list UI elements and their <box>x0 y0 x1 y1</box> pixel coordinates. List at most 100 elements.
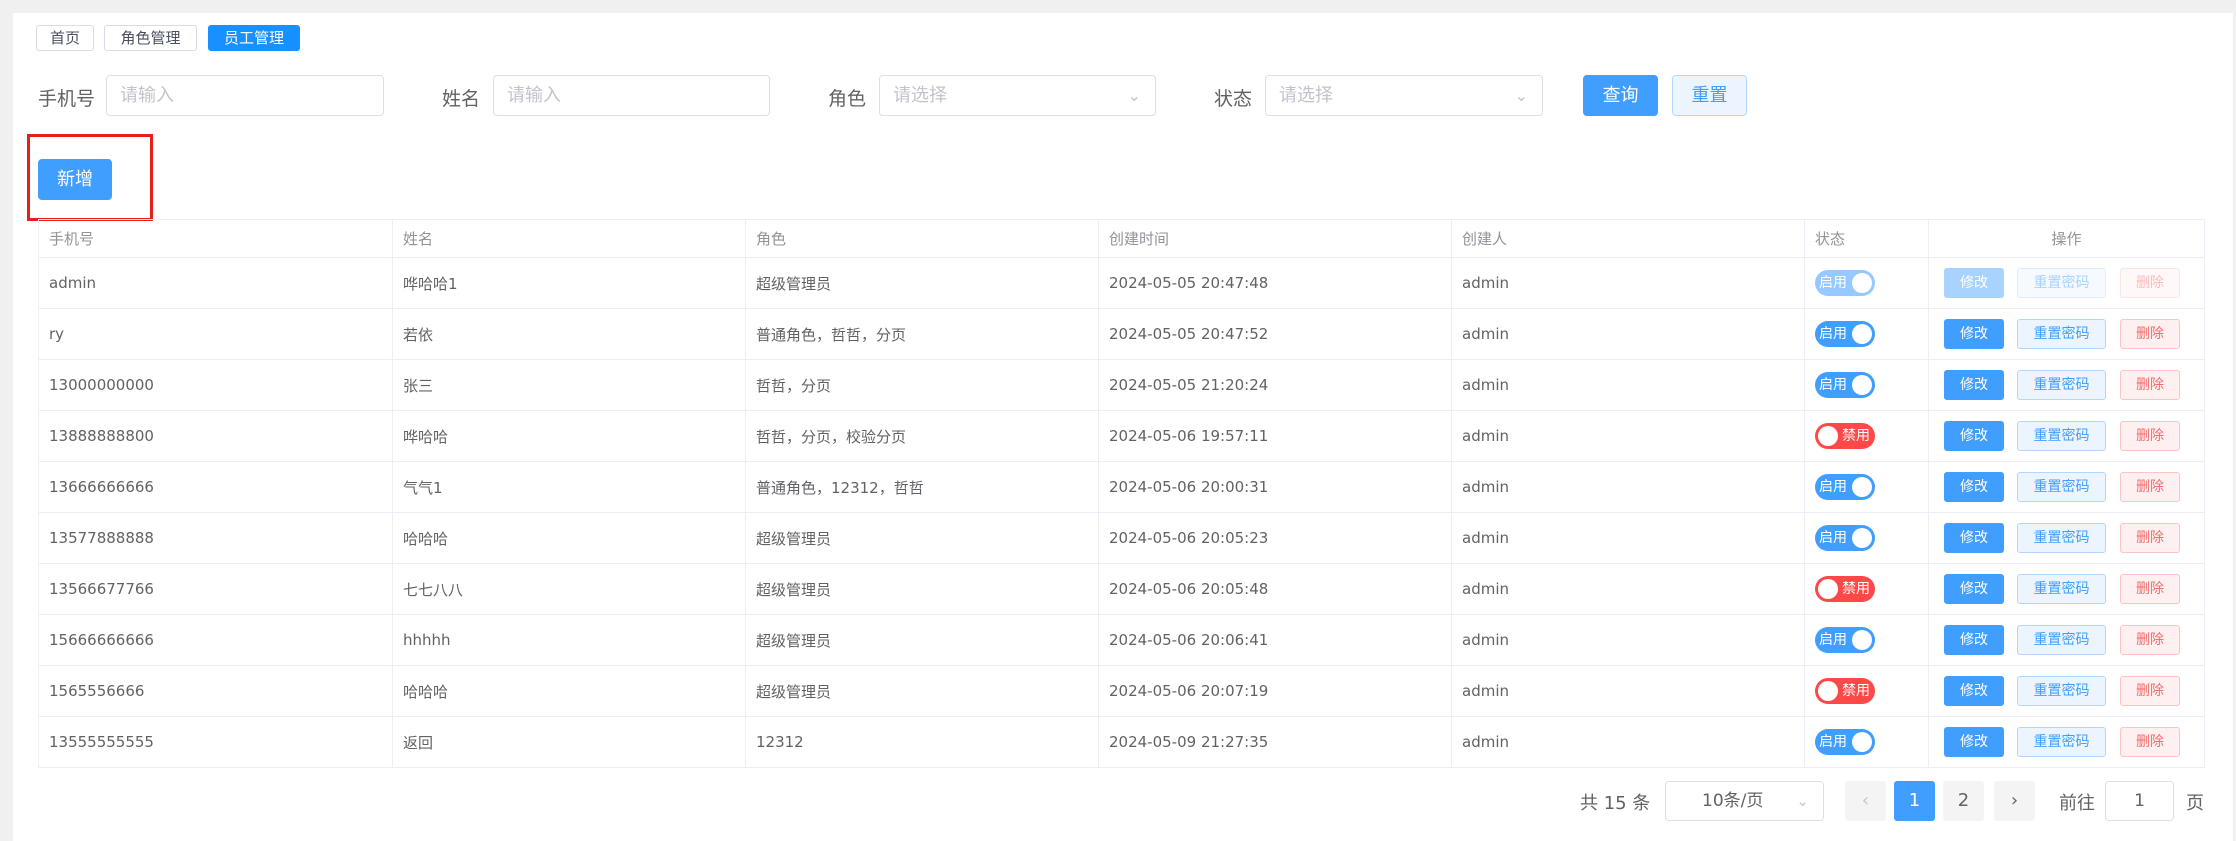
cell-creator: admin <box>1451 410 1805 462</box>
delete-button[interactable]: 删除 <box>2120 523 2180 553</box>
reset-password-button[interactable]: 重置密码 <box>2017 676 2106 706</box>
status-toggle[interactable]: 启用 <box>1815 372 1875 398</box>
page-2-button[interactable]: 2 <box>1943 781 1984 821</box>
reset-password-button[interactable]: 重置密码 <box>2017 319 2106 349</box>
reset-button[interactable]: 重置 <box>1672 75 1747 116</box>
cell-role: 哲哲，分页 <box>745 359 1099 411</box>
page-size-value: 10条/页 <box>1702 791 1764 811</box>
delete-button[interactable]: 删除 <box>2120 727 2180 757</box>
cell-name: 哗哈哈 <box>392 410 746 462</box>
delete-button[interactable]: 删除 <box>2120 421 2180 451</box>
phone-input[interactable]: 请输入 <box>106 75 384 116</box>
cell-status: 禁用 <box>1804 665 1929 717</box>
status-select[interactable]: 请选择 ⌄ <box>1265 75 1543 116</box>
status-toggle[interactable]: 禁用 <box>1815 576 1875 602</box>
column-header-actions: 操作 <box>1928 219 2205 258</box>
delete-button[interactable]: 删除 <box>2120 319 2180 349</box>
cell-name: 返回 <box>392 716 746 768</box>
delete-button[interactable]: 删除 <box>2120 574 2180 604</box>
cell-created-time: 2024-05-06 20:07:19 <box>1098 665 1452 717</box>
add-button[interactable]: 新增 <box>38 159 112 200</box>
cell-status: 禁用 <box>1804 410 1929 462</box>
cell-role: 超级管理员 <box>745 512 1099 564</box>
cell-created-time: 2024-05-09 21:27:35 <box>1098 716 1452 768</box>
reset-password-button[interactable]: 重置密码 <box>2017 727 2106 757</box>
reset-password-button[interactable]: 重置密码 <box>2017 625 2106 655</box>
page-size-select[interactable]: 10条/页 ⌄ <box>1665 781 1824 821</box>
table-row: 13566677766 七七八八 超级管理员 2024-05-06 20:05:48 a… <box>38 563 2205 615</box>
cell-actions: 修改 重置密码 删除 <box>1928 410 2205 462</box>
cell-phone: 13666666666 <box>38 461 393 513</box>
goto-page-input[interactable]: 1 <box>2105 781 2174 821</box>
cell-phone: 13555555555 <box>38 716 393 768</box>
role-select[interactable]: 请选择 ⌄ <box>879 75 1156 116</box>
status-toggle[interactable]: 启用 <box>1815 474 1875 500</box>
name-label: 姓名 <box>442 88 481 110</box>
cell-role: 普通角色，哲哲，分页 <box>745 308 1099 360</box>
edit-button[interactable]: 修改 <box>1944 472 2004 502</box>
status-toggle-text: 启用 <box>1819 275 1847 291</box>
cell-name: 张三 <box>392 359 746 411</box>
status-toggle[interactable]: 禁用 <box>1815 678 1875 704</box>
toggle-knob <box>1852 528 1872 548</box>
column-header-created-time: 创建时间 <box>1098 219 1452 258</box>
status-toggle-text: 禁用 <box>1842 428 1870 444</box>
cell-actions: 修改 重置密码 删除 <box>1928 461 2205 513</box>
edit-button[interactable]: 修改 <box>1944 727 2004 757</box>
delete-button[interactable]: 删除 <box>2120 268 2180 298</box>
delete-button[interactable]: 删除 <box>2120 676 2180 706</box>
next-page-button[interactable]: › <box>1994 781 2035 821</box>
status-toggle-text: 启用 <box>1819 734 1847 750</box>
reset-password-button[interactable]: 重置密码 <box>2017 472 2106 502</box>
status-toggle-text: 启用 <box>1819 632 1847 648</box>
toggle-knob <box>1852 375 1872 395</box>
edit-button[interactable]: 修改 <box>1944 523 2004 553</box>
edit-button[interactable]: 修改 <box>1944 421 2004 451</box>
cell-creator: admin <box>1451 512 1805 564</box>
tag-role-management[interactable]: 角色管理 <box>104 25 197 51</box>
cell-actions: 修改 重置密码 删除 <box>1928 716 2205 768</box>
toggle-knob <box>1852 732 1872 752</box>
status-toggle[interactable]: 启用 <box>1815 321 1875 347</box>
status-label: 状态 <box>1214 88 1253 110</box>
table-row: 1565556666 哈哈哈 超级管理员 2024-05-06 20:07:19 adm… <box>38 665 2205 717</box>
cell-name: 气气1 <box>392 461 746 513</box>
edit-button[interactable]: 修改 <box>1944 676 2004 706</box>
status-toggle[interactable]: 启用 <box>1815 270 1875 296</box>
edit-button[interactable]: 修改 <box>1944 574 2004 604</box>
toggle-knob <box>1852 324 1872 344</box>
reset-password-button[interactable]: 重置密码 <box>2017 421 2106 451</box>
page-1-button[interactable]: 1 <box>1894 781 1935 821</box>
cell-actions: 修改 重置密码 删除 <box>1928 512 2205 564</box>
status-toggle[interactable]: 启用 <box>1815 627 1875 653</box>
toggle-knob <box>1818 681 1838 701</box>
column-header-role: 角色 <box>745 219 1099 258</box>
tag-employee-management[interactable]: 员工管理 <box>208 25 300 51</box>
reset-password-button[interactable]: 重置密码 <box>2017 574 2106 604</box>
reset-password-button[interactable]: 重置密码 <box>2017 370 2106 400</box>
name-input[interactable]: 请输入 <box>493 75 770 116</box>
edit-button[interactable]: 修改 <box>1944 268 2004 298</box>
query-button[interactable]: 查询 <box>1583 75 1658 116</box>
delete-button[interactable]: 删除 <box>2120 472 2180 502</box>
cell-created-time: 2024-05-06 20:06:41 <box>1098 614 1452 666</box>
status-toggle[interactable]: 禁用 <box>1815 423 1875 449</box>
cell-name: 哗哈哈1 <box>392 257 746 309</box>
delete-button[interactable]: 删除 <box>2120 370 2180 400</box>
cell-status: 启用 <box>1804 359 1929 411</box>
cell-role: 超级管理员 <box>745 614 1099 666</box>
status-toggle[interactable]: 启用 <box>1815 525 1875 551</box>
reset-password-button[interactable]: 重置密码 <box>2017 523 2106 553</box>
reset-password-button[interactable]: 重置密码 <box>2017 268 2106 298</box>
cell-created-time: 2024-05-05 21:20:24 <box>1098 359 1452 411</box>
edit-button[interactable]: 修改 <box>1944 319 2004 349</box>
tag-home[interactable]: 首页 <box>36 25 94 51</box>
status-toggle-text: 启用 <box>1819 530 1847 546</box>
delete-button[interactable]: 删除 <box>2120 625 2180 655</box>
edit-button[interactable]: 修改 <box>1944 625 2004 655</box>
status-toggle[interactable]: 启用 <box>1815 729 1875 755</box>
prev-page-button[interactable]: ‹ <box>1845 781 1886 821</box>
edit-button[interactable]: 修改 <box>1944 370 2004 400</box>
cell-name: 若依 <box>392 308 746 360</box>
chevron-down-icon: ⌄ <box>1127 86 1141 105</box>
